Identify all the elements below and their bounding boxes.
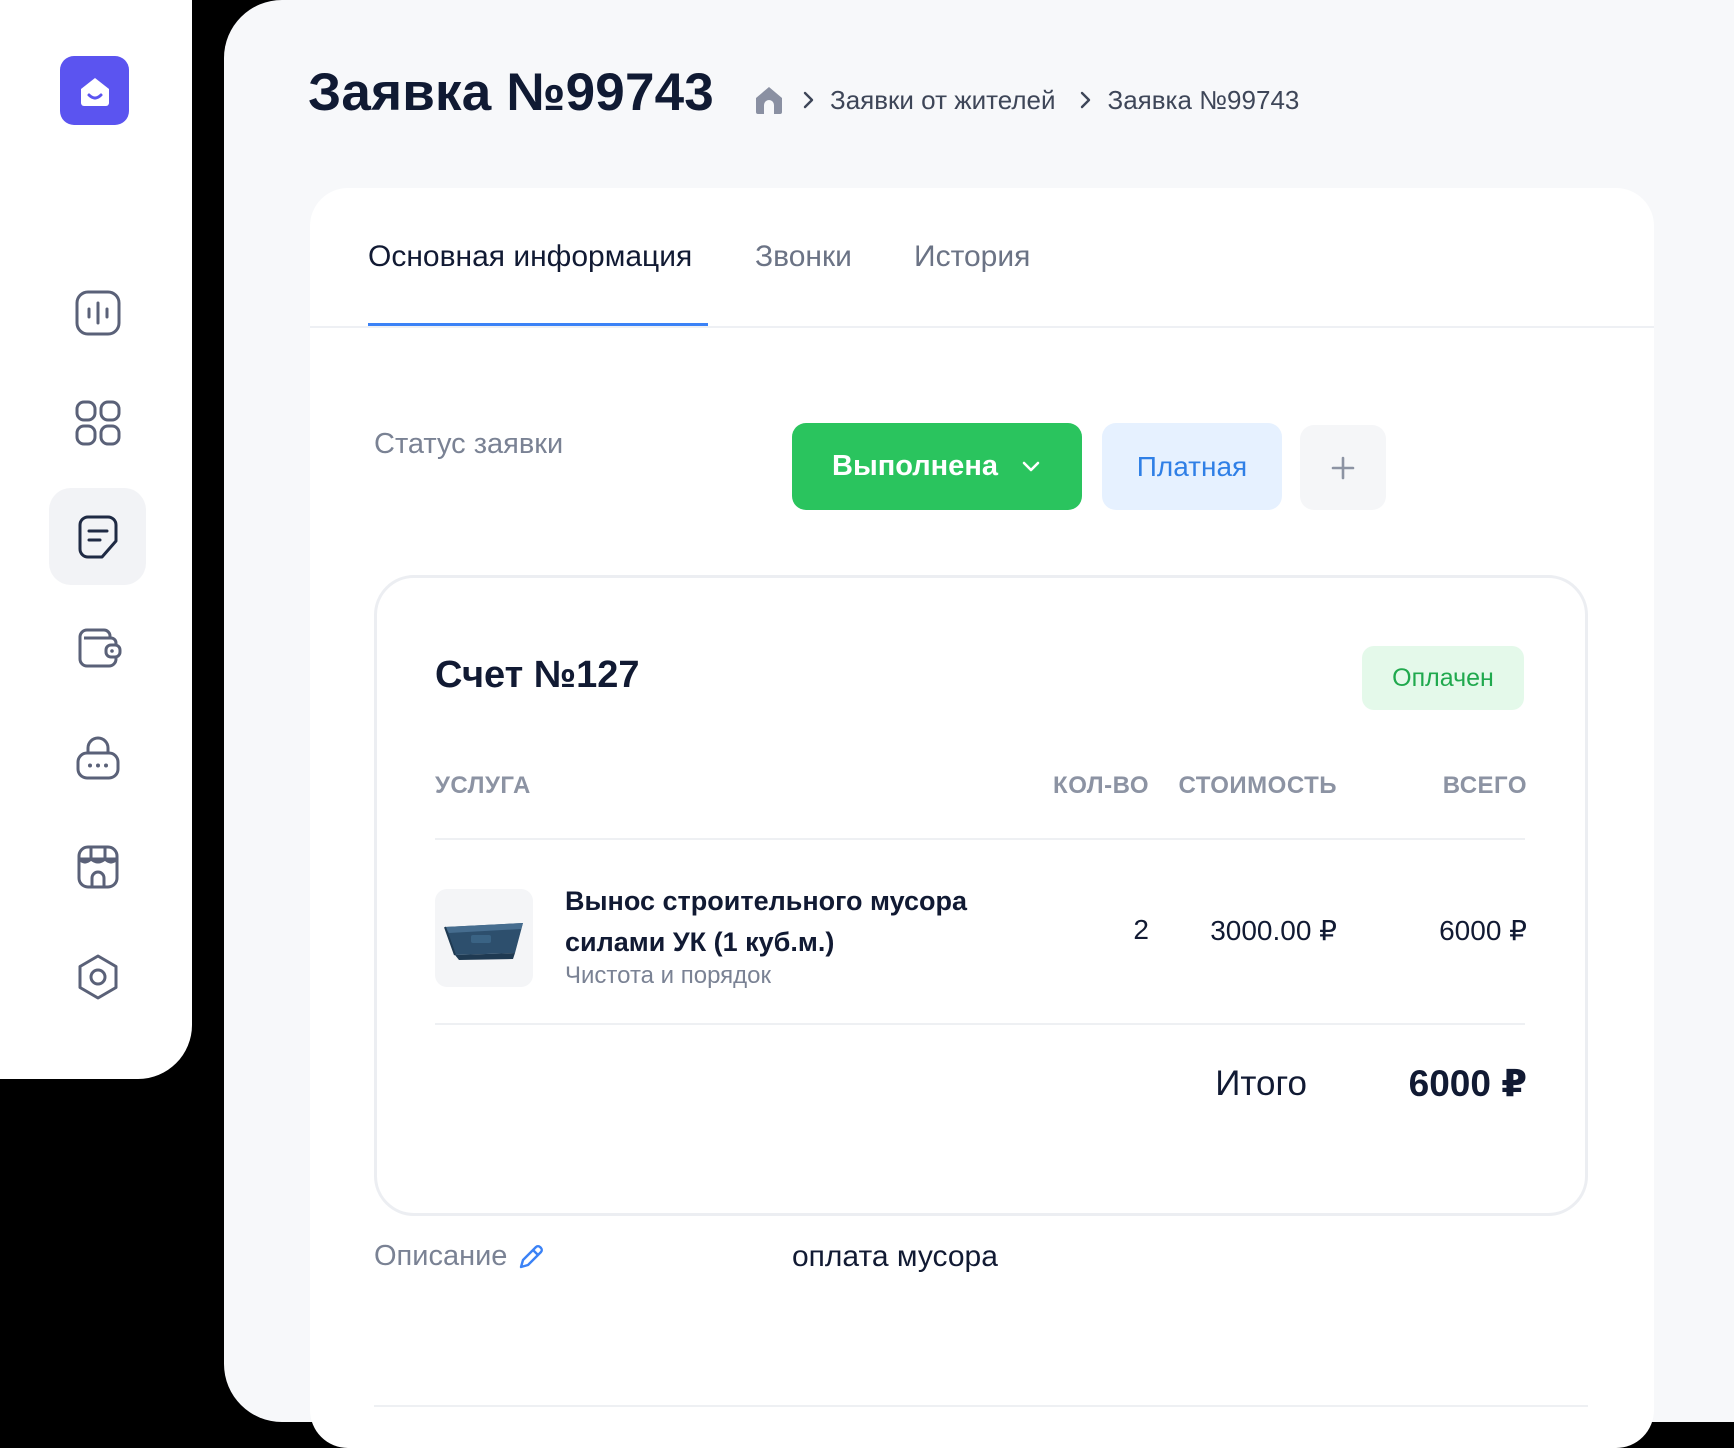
- house-smile-icon: [80, 77, 109, 106]
- description-label-group: Описание: [374, 1240, 547, 1273]
- stats-icon: [75, 290, 120, 335]
- invoice-card: Счет №127 Оплачен УСЛУГА КОЛ-ВО СТОИМОСТ…: [374, 575, 1588, 1216]
- waste-container-icon: [444, 923, 523, 960]
- store-icon: [77, 845, 118, 888]
- chevron-right-icon: [796, 88, 820, 112]
- app-logo[interactable]: [60, 56, 129, 125]
- status-dropdown[interactable]: Выполнена: [792, 423, 1082, 510]
- service-name: Вынос строительного мусора силами УК (1 …: [565, 886, 967, 957]
- column-header-qty: КОЛ-ВО: [1053, 772, 1149, 799]
- nav-stats[interactable]: [49, 264, 146, 361]
- total-value: 6000 ₽: [1408, 1063, 1527, 1104]
- nav-access[interactable]: [49, 708, 146, 805]
- tab-main-info[interactable]: Основная информация: [368, 240, 692, 274]
- wallet-icon: [78, 628, 121, 667]
- tag-paid[interactable]: Платная: [1102, 423, 1282, 510]
- tab-bar: Основная информация Звонки История: [310, 188, 1654, 328]
- sidebar: [0, 0, 192, 1079]
- status-label: Статус заявки: [374, 428, 564, 460]
- description-value: оплата мусора: [792, 1240, 998, 1273]
- chevron-down-icon: [1022, 461, 1040, 471]
- divider: [435, 838, 1525, 840]
- total-label: Итого: [1215, 1064, 1307, 1103]
- column-header-price: СТОИМОСТЬ: [1178, 772, 1337, 799]
- add-tag-button[interactable]: [1300, 425, 1386, 510]
- cell-price: 3000.00 ₽: [1210, 915, 1337, 946]
- cell-qty: 2: [1133, 914, 1149, 945]
- lock-icon: [76, 736, 119, 779]
- plus-icon: [1331, 456, 1355, 479]
- service-category: Чистота и порядок: [565, 962, 772, 989]
- cell-total: 6000 ₽: [1439, 915, 1527, 946]
- description-label: Описание: [374, 1240, 508, 1272]
- active-tab-indicator: [368, 323, 708, 326]
- page-title: Заявка №99743: [308, 63, 714, 122]
- nav-market[interactable]: [49, 818, 146, 915]
- nav-settings[interactable]: [49, 928, 146, 1025]
- document-icon: [78, 515, 117, 558]
- request-card: Основная информация Звонки История Стату…: [310, 188, 1654, 1448]
- tab-calls[interactable]: Звонки: [755, 240, 852, 274]
- nav-payments[interactable]: [49, 598, 146, 695]
- pencil-icon[interactable]: [515, 1241, 547, 1273]
- invoice-status-badge: Оплачен: [1362, 646, 1524, 710]
- nav-dashboard[interactable]: [49, 374, 146, 471]
- breadcrumb-link-requests[interactable]: Заявки от жителей: [830, 85, 1055, 116]
- grid-icon: [75, 400, 120, 445]
- invoice-title: Счет №127: [435, 654, 640, 696]
- service-thumbnail: [435, 889, 533, 987]
- main-panel: Заявка №99743 Заявки от жителей Заявка №…: [224, 0, 1734, 1448]
- divider: [435, 1023, 1525, 1025]
- tab-history[interactable]: История: [914, 240, 1030, 274]
- column-header-total: ВСЕГО: [1442, 772, 1527, 799]
- nav-requests[interactable]: [49, 488, 146, 585]
- divider: [374, 1405, 1588, 1407]
- column-header-service: УСЛУГА: [435, 772, 531, 799]
- chevron-right-icon: [1073, 88, 1097, 112]
- breadcrumb: Заявки от жителей Заявка №99743: [752, 80, 1299, 120]
- status-value: Выполнена: [832, 450, 998, 482]
- settings-icon: [78, 954, 117, 999]
- breadcrumb-current: Заявка №99743: [1107, 84, 1300, 115]
- home-icon[interactable]: [752, 83, 786, 117]
